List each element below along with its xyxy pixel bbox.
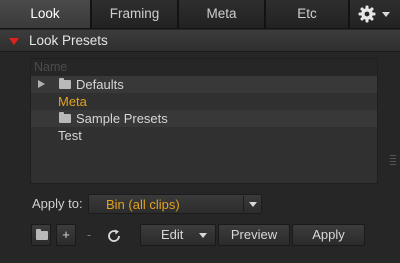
edit-label: Edit xyxy=(161,227,184,242)
refresh-button[interactable] xyxy=(101,224,125,246)
preview-label: Preview xyxy=(230,227,278,242)
apply-to-label: Apply to: xyxy=(32,196,83,211)
tab-look-label: Look xyxy=(30,6,60,21)
list-item[interactable]: Defaults xyxy=(31,76,377,93)
folder-icon xyxy=(36,229,48,240)
list-item[interactable]: Meta xyxy=(31,93,377,110)
list-item[interactable]: Sample Presets xyxy=(31,110,377,127)
tab-etc-label: Etc xyxy=(297,6,317,21)
resize-grip[interactable] xyxy=(390,155,396,169)
remove-label: - xyxy=(86,227,92,242)
list-item-label: Meta xyxy=(58,94,87,109)
tab-meta[interactable]: Meta xyxy=(179,0,265,28)
add-preset-button[interactable]: + xyxy=(56,224,76,246)
tab-look[interactable]: Look xyxy=(0,0,91,28)
apply-label: Apply xyxy=(312,227,345,242)
tab-meta-label: Meta xyxy=(206,6,237,21)
look-presets-header[interactable]: Look Presets xyxy=(0,30,400,52)
add-label: + xyxy=(62,227,70,242)
apply-button[interactable]: Apply xyxy=(292,224,365,246)
column-header-name[interactable]: Name xyxy=(31,59,377,76)
tab-framing-label: Framing xyxy=(109,6,160,21)
apply-to-dropdown[interactable]: Bin (all clips) xyxy=(88,194,262,214)
chevron-down-icon xyxy=(382,12,390,17)
tab-framing[interactable]: Framing xyxy=(92,0,178,28)
preset-list[interactable]: Name Defaults Meta Sample Presets Test xyxy=(30,58,378,184)
dropdown-divider xyxy=(243,196,244,212)
preview-button[interactable]: Preview xyxy=(218,224,290,246)
disclosure-triangle-icon xyxy=(9,38,19,45)
tab-etc[interactable]: Etc xyxy=(266,0,349,28)
new-folder-button[interactable] xyxy=(31,224,51,246)
chevron-down-icon xyxy=(199,233,207,238)
gear-icon xyxy=(358,5,376,23)
folder-icon xyxy=(59,112,71,123)
list-item-label: Test xyxy=(58,128,82,143)
edit-menu-button[interactable]: Edit xyxy=(140,224,216,246)
list-item-label: Defaults xyxy=(76,77,124,92)
folder-icon xyxy=(59,78,71,89)
tab-bar: Look Framing Meta Etc xyxy=(0,0,400,29)
refresh-icon xyxy=(108,229,120,242)
section-title: Look Presets xyxy=(29,33,108,48)
settings-menu-button[interactable] xyxy=(350,0,400,28)
chevron-down-icon xyxy=(249,202,257,207)
remove-preset-button[interactable]: - xyxy=(80,224,98,246)
column-header-label: Name xyxy=(34,60,68,74)
list-item-label: Sample Presets xyxy=(76,111,168,126)
expand-arrow-icon[interactable] xyxy=(38,80,45,88)
list-item[interactable]: Test xyxy=(31,127,377,144)
apply-to-value: Bin (all clips) xyxy=(106,197,180,212)
